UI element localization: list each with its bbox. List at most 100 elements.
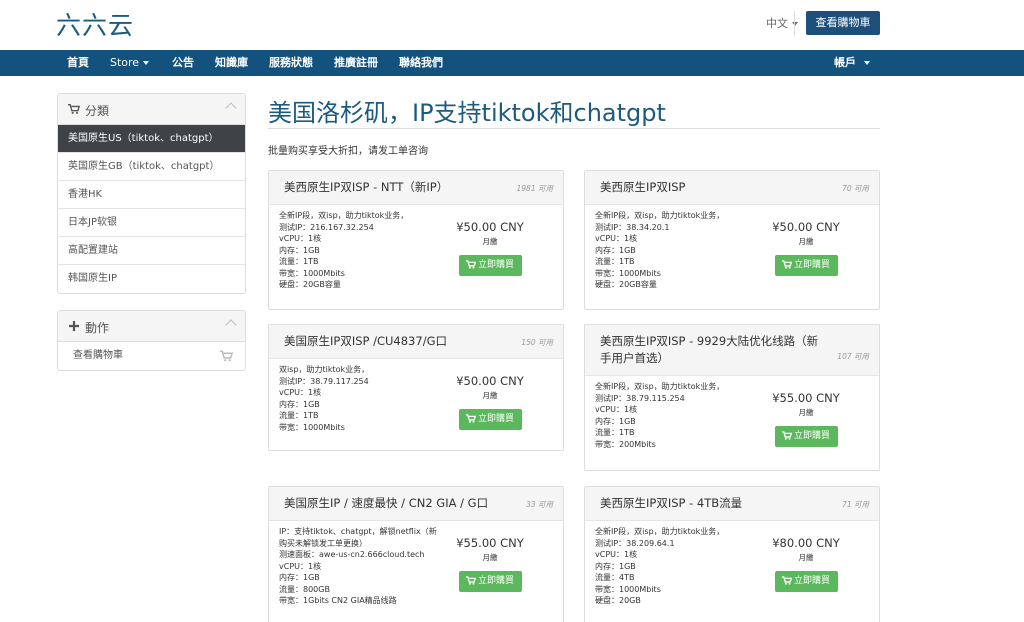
product-body: 全新IP段，双isp，助力tiktok业务， 测试IP：38.34.20.1 v…	[585, 205, 879, 299]
product-price: ¥55.00 CNY	[456, 536, 524, 550]
spec-line: 流量：4TB	[595, 573, 635, 582]
product-availability: 150 可用	[521, 338, 553, 347]
product-specs: 双isp，助力tiktok业务， 测试IP：38.79.117.254 vCPU…	[279, 364, 449, 433]
spec-line: 内存：1GB	[279, 399, 320, 409]
product-name: 美西原生IP双ISP - NTT（新IP）	[284, 180, 449, 194]
nav-account-label: 帳戶	[834, 56, 856, 69]
top-header: 六六云 中文 登入 註冊 查看購物車	[0, 0, 1024, 50]
spec-line: 带宽：200Mbits	[595, 439, 656, 449]
billing-period: 月繳	[798, 237, 814, 246]
spec-line: 流量：1TB	[595, 428, 635, 437]
nav-home[interactable]: 首頁	[67, 50, 89, 76]
shopping-cart-icon	[465, 414, 477, 423]
chevron-up-icon[interactable]	[225, 319, 237, 331]
product-price: ¥80.00 CNY	[772, 536, 840, 550]
product-header: 美国原生IP双ISP /CU4837/G口 150 可用	[269, 325, 563, 359]
price-box: ¥50.00 CNY 月繳 立即購買	[761, 220, 851, 276]
categories-panel: 分類 美国原生US（tiktok、chatgpt） 英国原生GB（tiktok、…	[57, 93, 246, 294]
order-now-button[interactable]: 立即購買	[458, 409, 522, 430]
chevron-up-icon[interactable]	[225, 102, 237, 114]
nav-contact[interactable]: 聯絡我們	[399, 50, 443, 76]
main-navbar: 首頁 Store 公告 知識庫 服務狀態 推廣註冊 聯絡我們 帳戶	[0, 50, 1024, 76]
page-subtitle: 批量购买享受大折扣，请发工单咨询	[268, 146, 428, 157]
sidebar-item-gb[interactable]: 英国原生GB（tiktok、chatgpt）	[58, 153, 245, 181]
page-title: 美国洛杉矶，IP支持tiktok和chatgpt	[268, 99, 666, 127]
spec-line: 流量：1TB	[279, 257, 319, 266]
order-now-button[interactable]: 立即購買	[458, 255, 522, 276]
product-price: ¥55.00 CNY	[772, 391, 840, 405]
spec-line: 内存：1GB	[595, 416, 636, 426]
product-name: 美国原生IP / 速度最快 / CN2 GIA / G口	[284, 496, 489, 510]
product-availability: 71 可用	[842, 500, 869, 509]
spec-line: vCPU：1核	[279, 561, 322, 571]
product-price: ¥50.00 CNY	[456, 374, 524, 388]
billing-period: 月繳	[482, 553, 498, 562]
order-now-button[interactable]: 立即購買	[774, 426, 838, 447]
actions-panel-header[interactable]: 動作	[58, 311, 245, 342]
product-header: 美西原生IP双ISP - NTT（新IP） 1981 可用	[269, 171, 563, 205]
sidebar-item-us[interactable]: 美国原生US（tiktok、chatgpt）	[58, 125, 245, 153]
spec-line: vCPU：1核	[595, 405, 638, 414]
view-cart-button[interactable]: 查看購物車	[806, 11, 880, 35]
product-card: 美西原生IP双ISP - 9929大陆优化线路（新手用户首选） 107 可用 全…	[584, 324, 880, 471]
product-availability: 33 可用	[526, 500, 553, 509]
product-availability: 107 可用	[837, 352, 869, 361]
spec-line: IP：支持tiktok、chatgpt，解锁netflix（新	[279, 527, 437, 536]
chevron-down-icon	[792, 22, 798, 26]
order-now-label: 立即購買	[477, 260, 514, 270]
product-header: 美国原生IP / 速度最快 / CN2 GIA / G口 33 可用	[269, 487, 563, 521]
spec-line: 流量：1TB	[595, 257, 635, 266]
spec-line: 测试IP：38.79.117.254	[279, 376, 369, 386]
nav-announcements[interactable]: 公告	[172, 50, 194, 76]
order-now-label: 立即購買	[793, 576, 830, 586]
plus-icon	[69, 321, 79, 331]
language-selector[interactable]: 中文	[758, 15, 806, 31]
price-box: ¥80.00 CNY 月繳 立即購買	[761, 536, 851, 592]
product-body: 全新IP段，双isp，助力tiktok业务， 测试IP：216.167.32.2…	[269, 205, 563, 299]
product-price: ¥50.00 CNY	[456, 220, 524, 234]
nav-service-status[interactable]: 服務狀態	[269, 50, 313, 76]
language-label: 中文	[766, 17, 788, 30]
spec-line: 带宽：1Gbits CN2 GIA精品线路	[279, 596, 397, 605]
sidebar-item-high-config[interactable]: 高配置建站	[58, 237, 245, 265]
spec-line: 全新IP段，双isp，助力tiktok业务，	[595, 527, 725, 536]
price-box: ¥55.00 CNY 月繳 立即購買	[445, 536, 535, 592]
nav-account[interactable]: 帳戶	[834, 50, 870, 76]
shopping-cart-icon	[465, 260, 477, 269]
site-logo[interactable]: 六六云	[56, 6, 134, 42]
categories-panel-header[interactable]: 分類	[58, 94, 245, 125]
product-header: 美西原生IP双ISP - 4TB流量 71 可用	[585, 487, 879, 521]
actions-panel: 動作 查看購物車	[57, 310, 246, 371]
sidebar-action-view-cart[interactable]: 查看購物車	[58, 342, 245, 370]
product-name: 美国原生IP双ISP /CU4837/G口	[284, 334, 447, 348]
order-now-button[interactable]: 立即購買	[774, 255, 838, 276]
spec-line: 硬盘：20GB	[595, 596, 641, 605]
product-card: 美西原生IP双ISP - NTT（新IP） 1981 可用 全新IP段，双isp…	[268, 170, 564, 310]
price-box: ¥55.00 CNY 月繳 立即購買	[761, 391, 851, 447]
billing-period: 月繳	[482, 391, 498, 400]
spec-line: 硬盘：20GB容量	[595, 280, 657, 289]
billing-period: 月繳	[482, 237, 498, 246]
product-availability: 1981 可用	[516, 184, 553, 193]
order-now-label: 立即購買	[477, 576, 514, 586]
spec-line: 内存：1GB	[279, 245, 320, 255]
sidebar-item-kr[interactable]: 韩国原生IP	[58, 265, 245, 293]
spec-line: 内存：1GB	[595, 561, 636, 571]
nav-knowledgebase[interactable]: 知識庫	[215, 50, 248, 76]
spec-line: 全新IP段，双isp，助力tiktok业务，	[595, 211, 725, 220]
product-card: 美国原生IP / 速度最快 / CN2 GIA / G口 33 可用 IP：支持…	[268, 486, 564, 622]
shopping-cart-icon	[220, 350, 233, 362]
nav-affiliate[interactable]: 推廣註冊	[334, 50, 378, 76]
nav-store[interactable]: Store	[110, 50, 150, 76]
spec-line: 全新IP段，双isp，助力tiktok业务，	[279, 211, 409, 220]
spec-line: 硬盘：20GB容量	[279, 280, 341, 289]
spec-line: 流量：1TB	[279, 411, 319, 420]
spec-line: 测速面板：awe-us-cn2.666cloud.tech	[279, 550, 425, 559]
sidebar-item-jp[interactable]: 日本JP软银	[58, 209, 245, 237]
product-availability: 70 可用	[842, 184, 869, 193]
nav-store-label: Store	[110, 56, 140, 69]
order-now-button[interactable]: 立即購買	[458, 571, 522, 592]
product-price: ¥50.00 CNY	[772, 220, 840, 234]
order-now-button[interactable]: 立即購買	[774, 571, 838, 592]
sidebar-item-hk[interactable]: 香港HK	[58, 181, 245, 209]
